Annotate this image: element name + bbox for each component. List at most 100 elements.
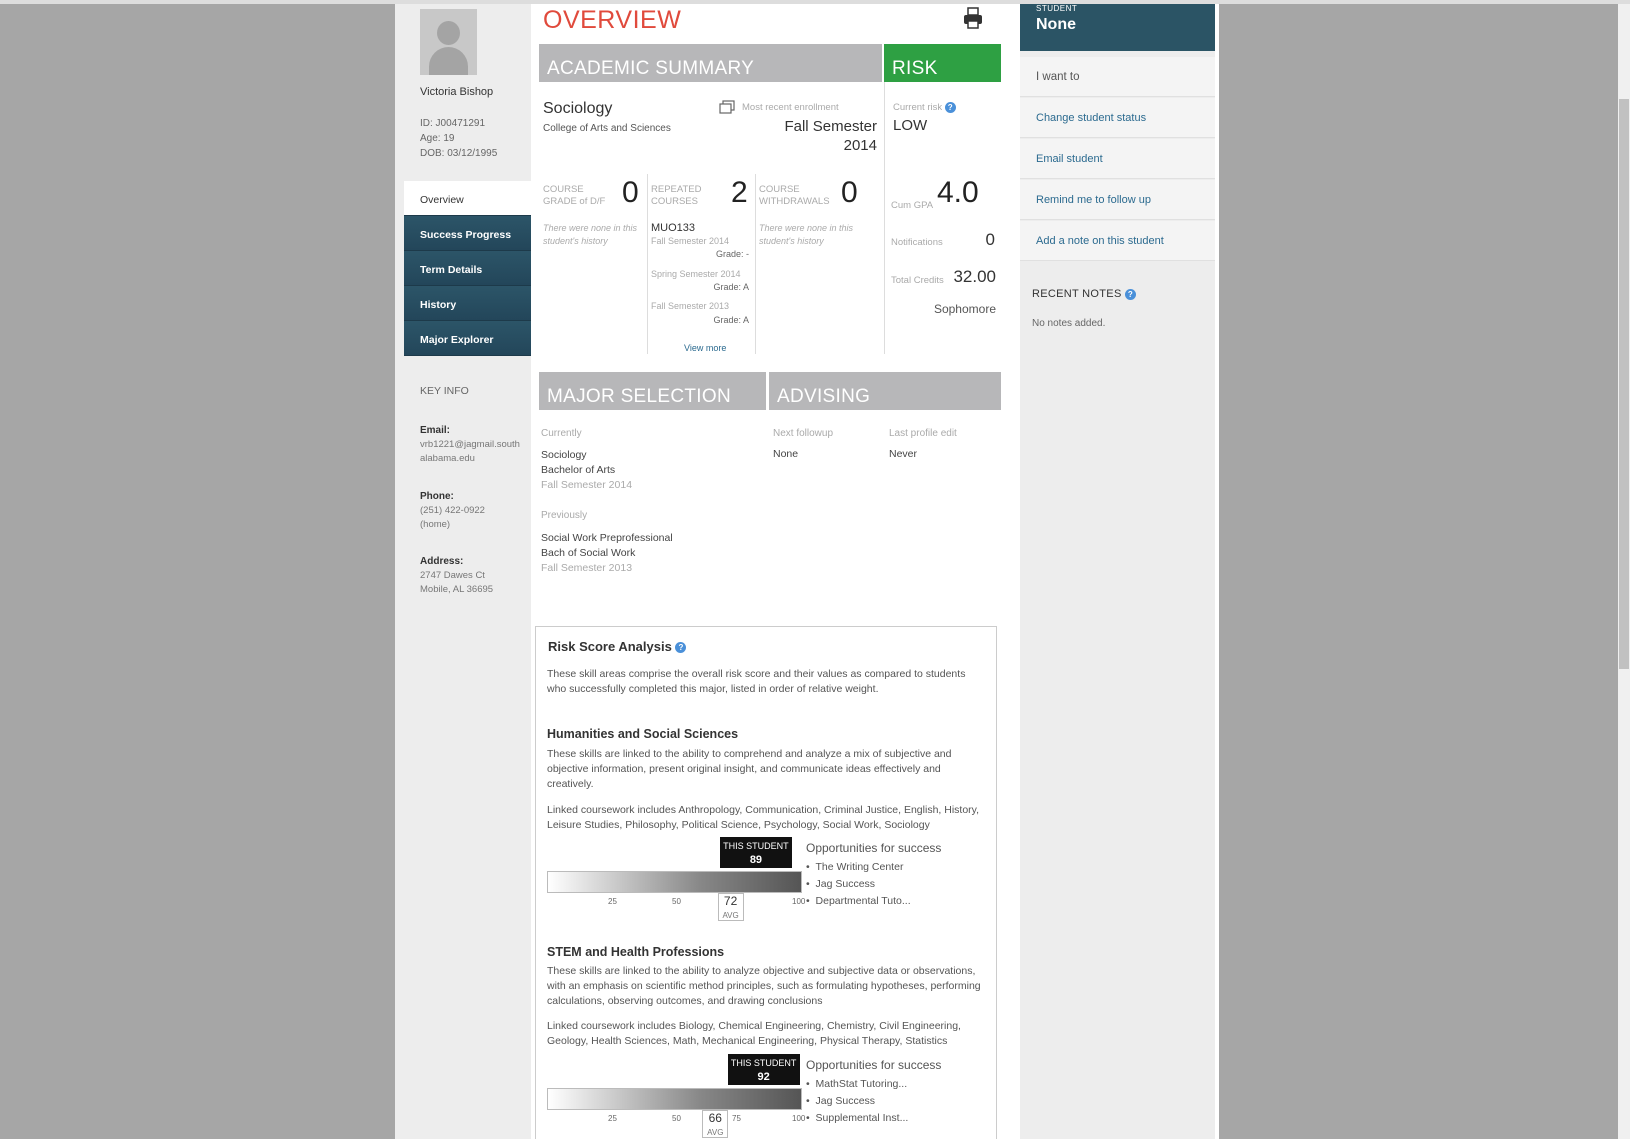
student-age: Age: 19	[420, 133, 455, 144]
scrollbar-thumb[interactable]	[1619, 99, 1629, 669]
opportunities-title: Opportunities for success	[806, 841, 942, 855]
email-value[interactable]: vrb1221@jagmail.southalabama.edu	[420, 438, 525, 466]
repeated-term-1: Fall Semester 2014	[651, 236, 730, 246]
help-icon[interactable]: ?	[675, 642, 687, 654]
student-status-header: STUDENT None	[1020, 4, 1215, 51]
skill-score-widget: THIS STUDENT 92 25 50 75 100 66 AVG Opport…	[536, 1054, 996, 1139]
change-status-link[interactable]: Change student status	[1020, 98, 1215, 138]
email-student-link[interactable]: Email student	[1020, 139, 1215, 179]
recent-enrollment-label: Most recent enrollment	[742, 102, 839, 113]
previous-degree: Bach of Social Work	[541, 547, 636, 559]
this-student-marker: THIS STUDENT 89	[719, 837, 792, 868]
next-followup-label: Next followup	[773, 428, 834, 439]
repeated-term-3: Fall Semester 2013	[651, 301, 730, 311]
withdrawals-value: 0	[841, 176, 858, 209]
current-term: Fall Semester 2014	[541, 479, 633, 491]
previous-major-block: Social Work Preprofessional Bach of Soci…	[541, 531, 673, 576]
class-level: Sophomore	[933, 302, 996, 316]
remind-follow-up-link[interactable]: Remind me to follow up	[1020, 180, 1215, 220]
gpa-label: Cum GPA	[891, 200, 934, 211]
student-dob: DOB: 03/12/1995	[420, 148, 498, 159]
address-label: Address:	[420, 556, 464, 567]
college-name: College of Arts and Sciences	[543, 123, 671, 134]
opportunity-item[interactable]: • The Writing Center	[806, 861, 903, 873]
withdrawals-label: COURSE WITHDRAWALS	[759, 184, 830, 207]
section-description: These skills are linked to the ability t…	[547, 748, 952, 790]
current-major-block: Sociology Bachelor of Arts Fall Semester…	[541, 448, 632, 493]
i-want-to-label: I want to	[1020, 57, 1215, 97]
opportunity-item[interactable]: • Jag Success	[806, 878, 875, 890]
nav-history[interactable]: History	[404, 286, 531, 321]
average-marker: 66 AVG	[702, 1110, 729, 1138]
recent-notes-heading: RECENT NOTES ?	[1032, 288, 1136, 300]
academic-summary-header: ACADEMIC SUMMARY	[539, 44, 882, 82]
no-notes-text: No notes added.	[1032, 318, 1106, 329]
score-scale-bar	[547, 1088, 802, 1110]
opportunity-item[interactable]: • Jag Success	[806, 1095, 875, 1107]
nav-term-details[interactable]: Term Details	[404, 251, 531, 286]
tick-label: 25	[608, 897, 617, 906]
repeated-courses-label: REPEATED COURSES	[651, 184, 702, 207]
main-content: OVERVIEW ACADEMIC SUMMARY RISK Sociology…	[531, 4, 1001, 1139]
email-label: Email:	[420, 425, 451, 436]
section-description: These skills are linked to the ability t…	[547, 965, 981, 1007]
repeated-term-2: Spring Semester 2014	[651, 269, 741, 279]
add-note-link[interactable]: Add a note on this student	[1020, 221, 1215, 261]
left-sidebar: Victoria Bishop ID: J00471291 Age: 19 DO…	[395, 4, 531, 1139]
withdrawals-note: There were none in this student's histor…	[759, 223, 854, 246]
section-linked-coursework: Linked coursework includes Anthropology,…	[547, 804, 980, 831]
recent-enrollment-value: Fall Semester 2014	[784, 118, 877, 154]
skill-score-widget: THIS STUDENT 89 25 50 100 72 AVG Opportuni…	[536, 837, 996, 922]
student-id: ID: J00471291	[420, 118, 486, 129]
opportunity-item[interactable]: • MathStat Tutoring...	[806, 1078, 907, 1090]
address-line2: Mobile, AL 36695	[420, 584, 494, 595]
student-status-value: None	[1036, 16, 1076, 33]
student-name: Victoria Bishop	[420, 86, 494, 98]
phone-type: (home)	[420, 519, 451, 530]
nav-overview[interactable]: Overview	[404, 181, 531, 216]
section-title: STEM and Health Professions	[547, 945, 725, 959]
enrollment-window-icon[interactable]	[719, 100, 735, 114]
page-scrollbar[interactable]	[1618, 4, 1630, 1139]
notifications-label: Notifications	[891, 237, 943, 248]
course-grade-label: COURSE GRADE of D/F	[543, 184, 606, 207]
view-more-link[interactable]: View more	[684, 343, 726, 353]
tick-label: 25	[608, 1114, 617, 1123]
section-linked-coursework: Linked coursework includes Biology, Chem…	[547, 1020, 961, 1047]
repeated-course-code: MUO133	[651, 222, 696, 234]
next-followup-value: None	[773, 448, 799, 460]
risk-analysis-intro: These skill areas comprise the overall r…	[547, 668, 966, 695]
help-icon[interactable]: ?	[1124, 288, 1136, 300]
phone-value: (251) 422-0922	[420, 505, 485, 516]
print-icon[interactable]	[962, 7, 984, 29]
this-student-marker: THIS STUDENT 92	[727, 1054, 800, 1085]
last-profile-edit-value: Never	[889, 448, 918, 460]
course-grade-value: 0	[622, 176, 639, 209]
address-block: Address: 2747 Dawes Ct Mobile, AL 36695	[420, 555, 493, 597]
repeated-grade-2: Grade: A	[713, 282, 749, 292]
page-title: OVERVIEW	[543, 6, 682, 34]
repeated-grade-3: Grade: A	[713, 315, 749, 325]
course-grade-note: There were none in this student's histor…	[543, 223, 638, 246]
opportunity-item[interactable]: • Departmental Tuto...	[806, 895, 911, 907]
phone-label: Phone:	[420, 491, 454, 502]
average-marker: 72 AVG	[717, 893, 744, 921]
repeated-courses-value: 2	[731, 176, 748, 209]
nav-success-progress[interactable]: Success Progress	[404, 216, 531, 251]
total-credits-label: Total Credits	[891, 275, 944, 286]
previous-major: Social Work Preprofessional	[541, 532, 673, 544]
opportunity-item[interactable]: • Supplemental Inst...	[806, 1112, 908, 1124]
help-icon[interactable]: ?	[944, 102, 956, 113]
last-profile-edit-label: Last profile edit	[889, 428, 957, 439]
current-major: Sociology	[541, 449, 587, 461]
currently-label: Currently	[541, 428, 582, 439]
nav-major-explorer[interactable]: Major Explorer	[404, 321, 531, 356]
gpa-value: 4.0	[937, 176, 979, 209]
phone-block: Phone: (251) 422-0922 (home)	[420, 490, 485, 532]
tick-label: 75	[732, 1114, 741, 1123]
divider	[884, 82, 885, 354]
email-block: Email: vrb1221@jagmail.southalabama.edu	[420, 424, 525, 466]
current-risk-label: Current risk ?	[893, 102, 956, 114]
major-name: Sociology	[543, 100, 613, 117]
divider	[755, 174, 756, 354]
